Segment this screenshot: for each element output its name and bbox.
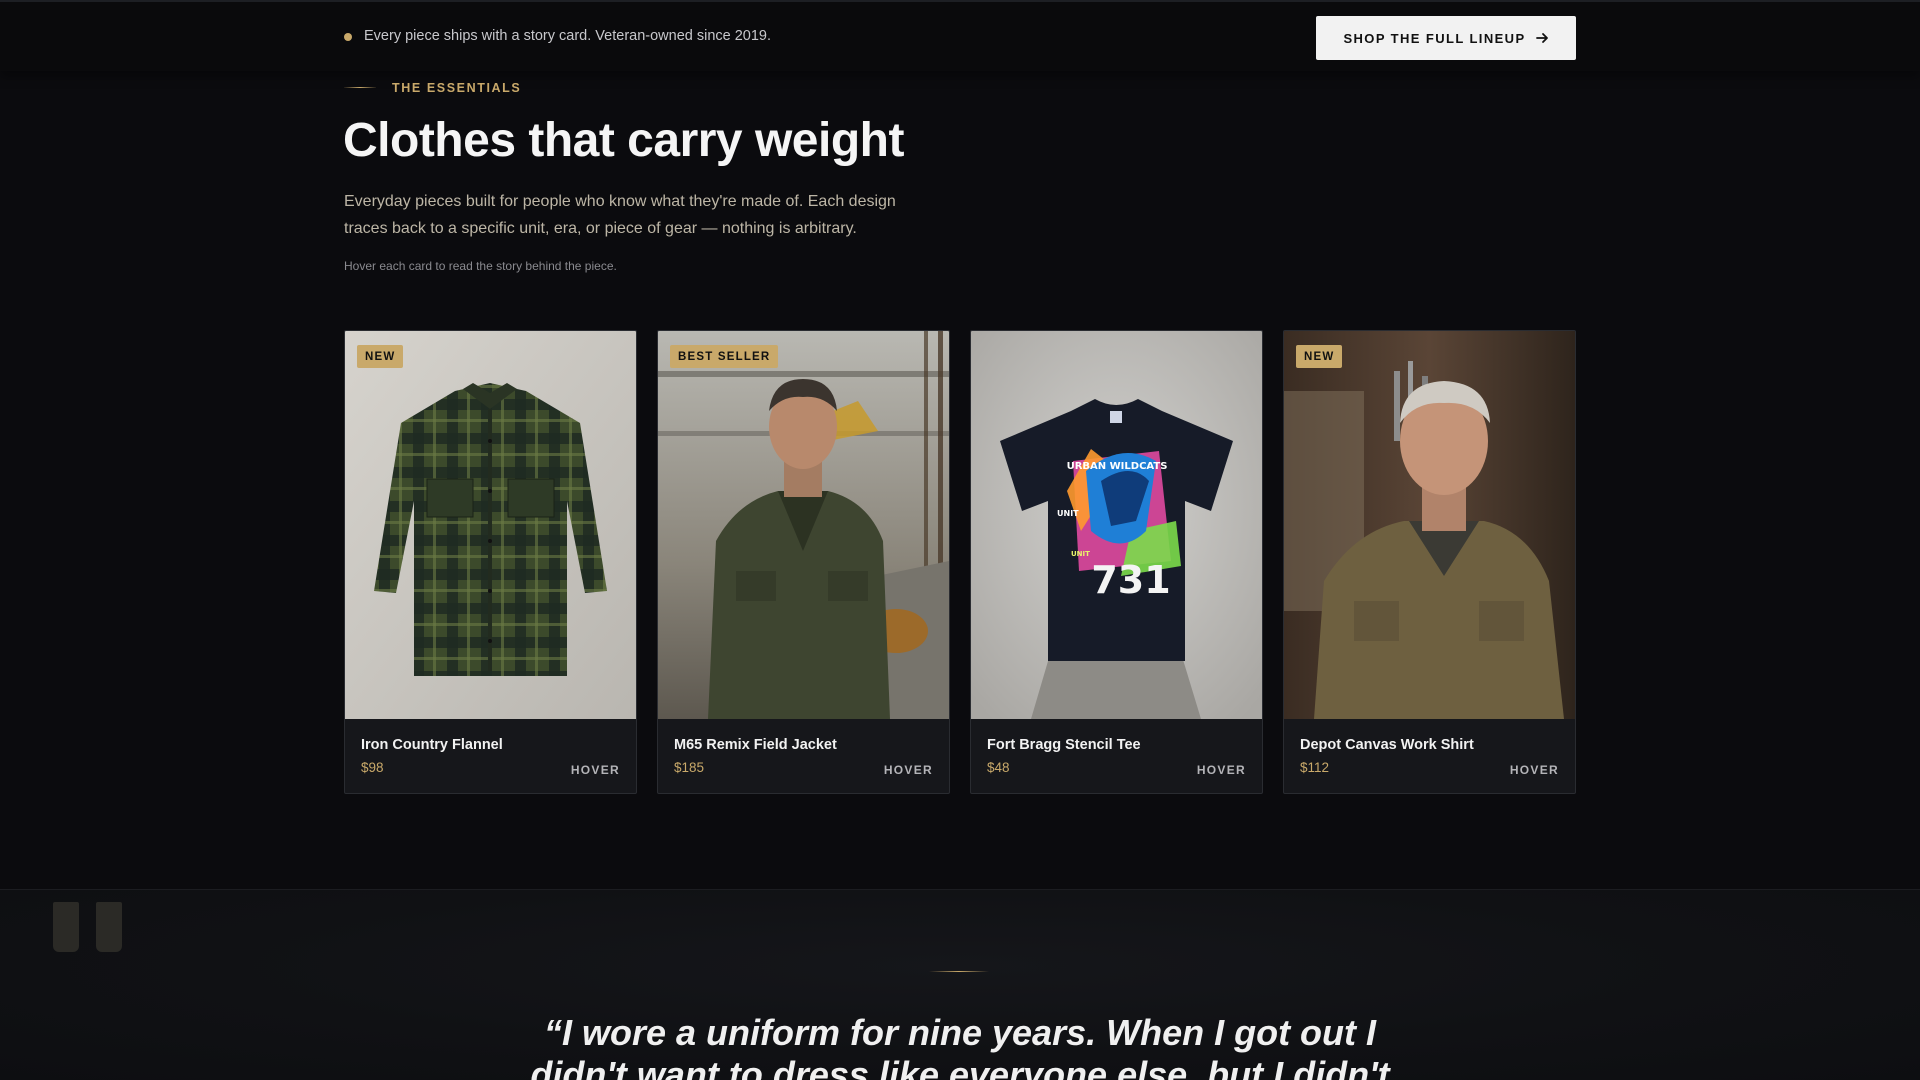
- product-card-iron-country-flannel[interactable]: NEW Iron Country Flannel $98 HOVER: [344, 330, 637, 794]
- product-name: Iron Country Flannel: [361, 737, 503, 753]
- shop-full-lineup-button[interactable]: SHOP THE FULL LINEUP: [1316, 16, 1576, 60]
- hover-story-label[interactable]: HOVER: [571, 763, 620, 777]
- tee-graphic-side-text: UNIT: [1057, 509, 1079, 518]
- product-price: $98: [361, 760, 384, 775]
- product-badge: NEW: [1296, 345, 1343, 368]
- quote-line-2: didn't want to dress like everyone else,…: [530, 1054, 1390, 1080]
- hover-story-label[interactable]: HOVER: [1197, 763, 1246, 777]
- product-name: M65 Remix Field Jacket: [674, 737, 837, 753]
- product-image-stencil-tee: URBAN WILDCATS UNIT UNIT 731: [971, 331, 1262, 719]
- announcement-bar: Every piece ships with a story card. Vet…: [0, 0, 1920, 71]
- announcement-text: Every piece ships with a story card. Vet…: [364, 28, 772, 44]
- tee-graphic-number: 731: [1091, 558, 1170, 602]
- product-card-fort-bragg-stencil-tee[interactable]: URBAN WILDCATS UNIT UNIT 731 Fort Bragg …: [970, 330, 1263, 794]
- product-card-depot-canvas-work-shirt[interactable]: NEW Depot Canvas Work Shirt $112 HOVER: [1283, 330, 1576, 794]
- arrow-right-icon: [1535, 33, 1548, 43]
- product-image-work-shirt: [1284, 331, 1575, 719]
- product-image-flannel: [345, 331, 636, 719]
- product-image-field-jacket: [658, 331, 949, 719]
- product-badge: BEST SELLER: [670, 345, 779, 368]
- quote-line-1: “I wore a uniform for nine years. When I…: [543, 1012, 1377, 1053]
- testimonial-section: “I wore a uniform for nine years. When I…: [0, 889, 1920, 1080]
- product-price: $112: [1300, 760, 1330, 775]
- section-eyebrow: THE ESSENTIALS: [392, 81, 522, 95]
- hover-story-label[interactable]: HOVER: [1510, 763, 1559, 777]
- tee-graphic-top-text: URBAN WILDCATS: [1067, 461, 1168, 472]
- quote-mark-icon: [53, 902, 123, 954]
- hover-story-label[interactable]: HOVER: [884, 763, 933, 777]
- quote-divider: [929, 971, 989, 972]
- product-name: Fort Bragg Stencil Tee: [987, 737, 1141, 753]
- hover-hint: Hover each card to read the story behind…: [344, 259, 617, 273]
- shop-full-lineup-label: SHOP THE FULL LINEUP: [1343, 30, 1526, 46]
- testimonial-quote: “I wore a uniform for nine years. When I…: [510, 1012, 1410, 1080]
- eyebrow-divider: [344, 87, 376, 88]
- product-price: $185: [674, 760, 705, 775]
- product-price: $48: [987, 760, 1010, 775]
- section-title: Clothes that carry weight: [343, 114, 904, 167]
- section-description: Everyday pieces built for people who kno…: [344, 193, 896, 237]
- product-badge: NEW: [357, 345, 404, 368]
- status-dot-icon: [344, 33, 352, 41]
- product-name: Depot Canvas Work Shirt: [1300, 737, 1474, 753]
- tee-graphic-small-text: UNIT: [1071, 550, 1090, 558]
- product-card-m65-remix-field-jacket[interactable]: BEST SELLER M65 Remix Field Jacket $185 …: [657, 330, 950, 794]
